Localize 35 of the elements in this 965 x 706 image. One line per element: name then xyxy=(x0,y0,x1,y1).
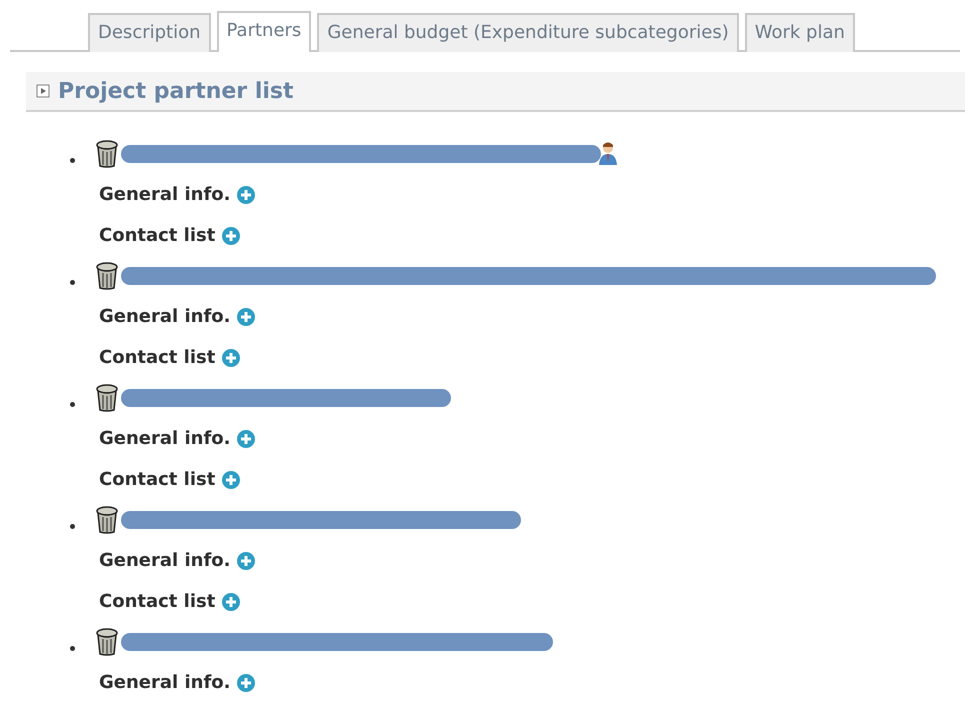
bullet xyxy=(70,402,75,406)
section-label: General info. xyxy=(99,427,230,451)
tab[interactable]: General budget (Expenditure subcategories) xyxy=(317,13,739,52)
add-icon[interactable] xyxy=(236,550,256,570)
person-icon xyxy=(597,142,619,166)
section-label: Contact list xyxy=(99,590,216,614)
section-label: General info. xyxy=(99,549,230,573)
add-icon[interactable] xyxy=(221,348,242,368)
add-icon[interactable] xyxy=(236,672,256,692)
add-icon[interactable] xyxy=(236,306,256,326)
tab[interactable]: Partners xyxy=(216,11,312,52)
bullet xyxy=(70,646,75,650)
bullet xyxy=(70,524,75,528)
trash-icon[interactable] xyxy=(95,262,119,290)
trash-icon[interactable] xyxy=(95,506,119,534)
add-icon[interactable] xyxy=(221,470,242,490)
tab[interactable]: Description xyxy=(88,13,211,52)
trash-icon[interactable] xyxy=(95,384,119,412)
toggle-icon[interactable] xyxy=(36,84,50,98)
section-label: Contact list xyxy=(99,468,216,492)
tab[interactable]: Work plan xyxy=(744,13,855,52)
section-label: General info. xyxy=(99,305,230,329)
section-label: General info. xyxy=(99,671,230,695)
bullet xyxy=(70,158,75,162)
section-label: Contact list xyxy=(99,224,216,248)
trash-icon[interactable] xyxy=(95,628,119,656)
section-title: Project partner list xyxy=(58,78,294,106)
bullet xyxy=(70,280,75,284)
add-icon[interactable] xyxy=(221,226,242,246)
section-label: General info. xyxy=(99,183,230,207)
trash-icon[interactable] xyxy=(95,140,119,168)
add-icon[interactable] xyxy=(221,592,242,612)
add-icon[interactable] xyxy=(236,428,256,448)
add-icon[interactable] xyxy=(236,184,256,204)
section-label: Contact list xyxy=(99,346,216,370)
